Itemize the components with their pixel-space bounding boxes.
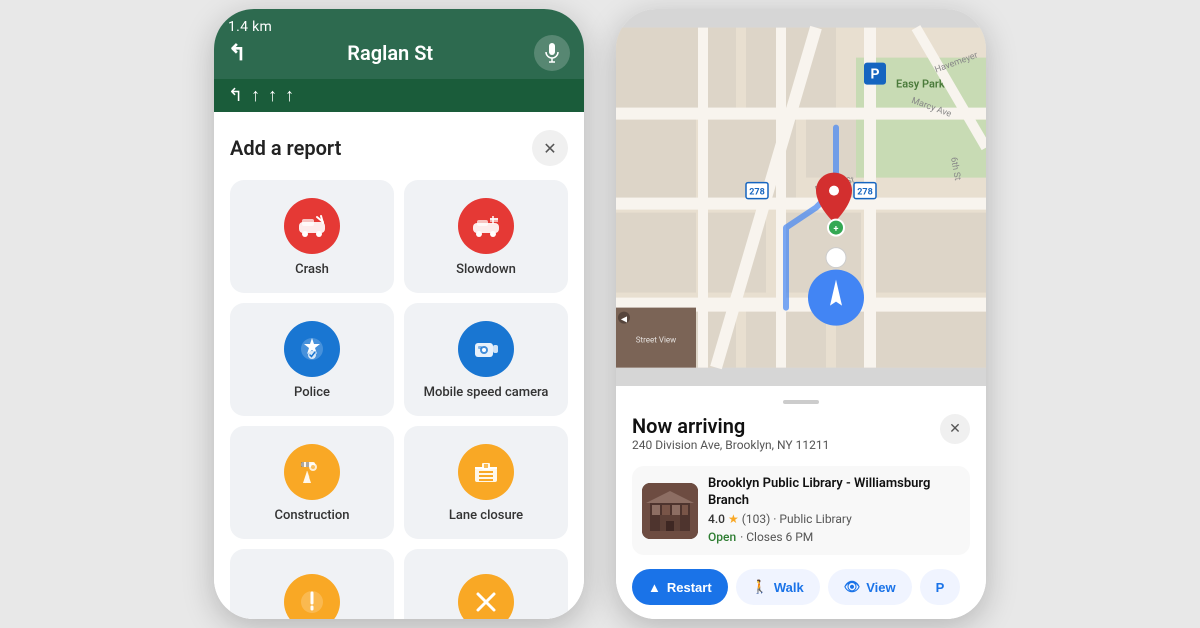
crash-icon-circle [284,198,340,254]
slowdown-label: Slowdown [456,262,516,279]
place-card[interactable]: Brooklyn Public Library - Williamsburg B… [632,466,970,555]
road-closed-icon-circle [458,574,514,619]
report-item-police[interactable]: Police [230,303,394,416]
arrival-close-button[interactable]: ✕ [940,414,970,444]
lane-closure-icon [471,458,501,486]
nav-distance: 1.4 km [228,19,570,35]
report-item-lane-closure[interactable]: Lane closure [404,426,568,539]
walk-label: Walk [774,580,804,595]
crash-icon [297,213,327,239]
mic-button[interactable] [534,35,570,71]
construction-icon-circle [284,444,340,500]
report-grid: Crash Slowdown [230,180,568,619]
map-svg: Easy Park Rodney St Marcy Ave Havemeyer [616,9,986,386]
crash-label: Crash [295,262,329,279]
construction-label: Construction [275,508,350,525]
arrow-up-icon3: ↑ [285,85,294,106]
view-icon: 👁 [844,579,861,595]
place-hours-row: Open · Closes 6 PM [708,526,960,545]
report-item-slowdown[interactable]: Slowdown [404,180,568,293]
walk-button[interactable]: 🚶 Walk [736,569,820,605]
report-sheet: Add a report ✕ [214,112,584,619]
svg-text:Easy Park: Easy Park [896,78,945,91]
arriving-title: Now arriving [632,414,829,438]
restart-button[interactable]: ▲ Restart [632,569,728,605]
svg-text:P: P [870,67,879,83]
speed-camera-icon [471,335,501,363]
arrival-address: 240 Division Ave, Brooklyn, NY 11211 [632,438,829,452]
report-item-road-closed[interactable] [404,549,568,619]
report-item-crash[interactable]: Crash [230,180,394,293]
left-phone: 1.4 km ↰ Raglan St ↰ ↑ ↑ ↑ [214,9,584,619]
police-icon-circle [284,321,340,377]
police-label: Police [294,385,330,402]
svg-text:Street View: Street View [636,336,676,345]
library-thumbnail-icon [642,483,698,539]
arrow-left-icon: ↰ [228,85,243,106]
place-type: Public Library [779,512,851,526]
place-hours: Closes 6 PM [746,530,813,544]
parking-label: P [936,580,945,595]
view-label: View [866,580,895,595]
slowdown-icon-circle [458,198,514,254]
place-type-separator: · [773,512,776,526]
report-title: Add a report [230,136,341,160]
close-button[interactable]: ✕ [532,130,568,166]
view-button[interactable]: 👁 View [828,569,912,605]
place-rating: 4.0 [708,512,725,526]
svg-text:+: + [834,225,839,235]
construction-icon [297,457,327,487]
report-item-speed-camera[interactable]: Mobile speed camera [404,303,568,416]
report-item-hazard[interactable] [230,549,394,619]
arrival-sheet: Now arriving 240 Division Ave, Brooklyn,… [616,386,986,619]
parking-button[interactable]: P [920,569,961,605]
place-reviews: (103) [742,512,771,526]
place-thumbnail [642,483,698,539]
place-open-status: Open [708,530,736,544]
nav-arrows-row: ↰ ↑ ↑ ↑ [214,79,584,112]
arrow-up-icon2: ↑ [268,85,277,106]
lane-closure-icon-circle [458,444,514,500]
walk-icon: 🚶 [752,579,768,595]
svg-text:278: 278 [749,188,765,198]
report-header: Add a report ✕ [230,130,568,166]
road-closed-icon [472,588,500,616]
hazard-icon-circle [284,574,340,619]
slowdown-icon [471,213,501,239]
place-info: Brooklyn Public Library - Williamsburg B… [708,476,960,545]
hazard-icon [298,588,326,616]
nav-bar: 1.4 km ↰ Raglan St [214,9,584,79]
police-icon [298,335,326,363]
place-name: Brooklyn Public Library - Williamsburg B… [708,476,960,510]
right-phone: Easy Park Rodney St Marcy Ave Havemeyer [616,9,986,619]
arrow-up-icon: ↑ [251,85,260,106]
speed-camera-label: Mobile speed camera [424,385,549,402]
restart-label: Restart [667,580,712,595]
lane-closure-label: Lane closure [449,508,523,525]
nav-turn-arrow: ↰ [228,41,246,66]
action-bar: ▲ Restart 🚶 Walk 👁 View P [632,569,970,619]
svg-text:◀: ◀ [621,315,628,324]
restart-icon: ▲ [648,580,661,595]
svg-text:278: 278 [857,188,873,198]
star-icon: ★ [728,512,739,526]
nav-street: Raglan St [246,41,534,65]
sheet-handle [783,400,819,404]
mic-icon [544,43,560,63]
speed-camera-icon-circle [458,321,514,377]
arrival-header: Now arriving 240 Division Ave, Brooklyn,… [632,414,970,464]
report-item-construction[interactable]: Construction [230,426,394,539]
place-rating-row: 4.0 ★ (103) · Public Library [708,512,960,526]
map-area: Easy Park Rodney St Marcy Ave Havemeyer [616,9,986,386]
